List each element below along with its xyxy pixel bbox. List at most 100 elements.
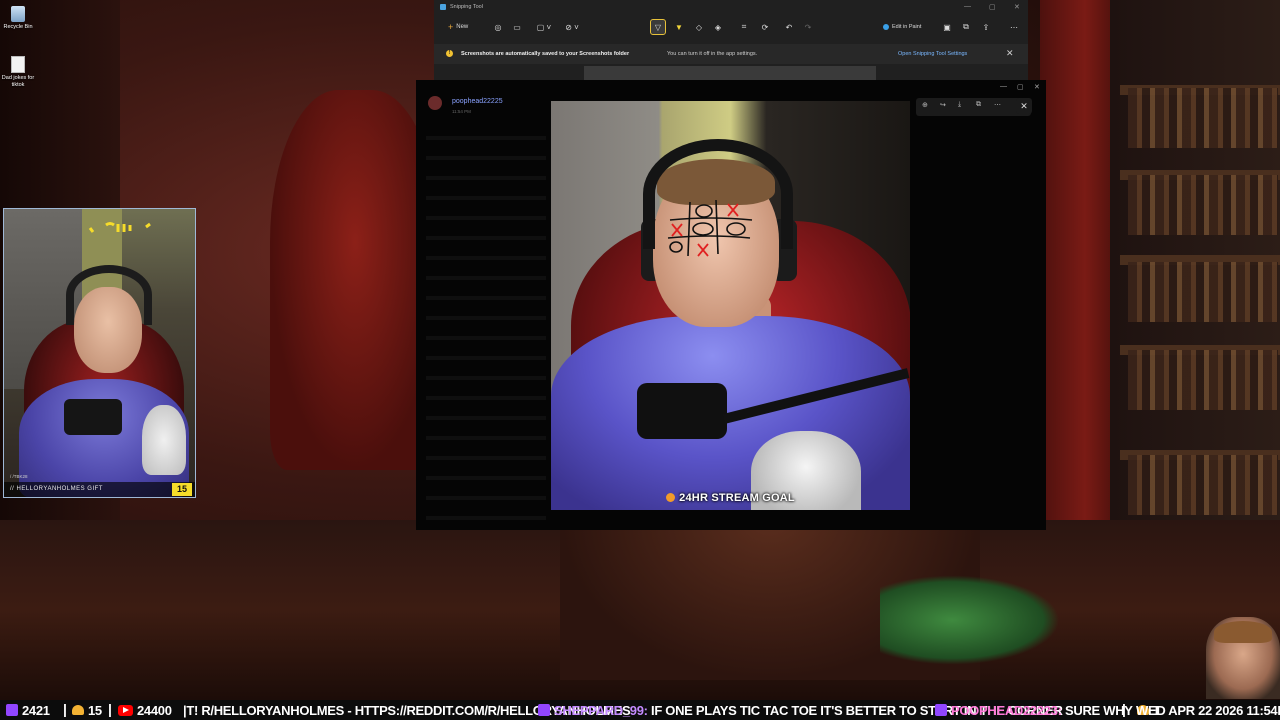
cam-sound-effect (86, 221, 156, 238)
corner-facecam (1206, 617, 1280, 699)
wallpaper-armchair (270, 90, 440, 470)
screenshot-mode-button[interactable]: ◎ (490, 19, 506, 35)
tic-tac-toe-drawing (667, 199, 753, 257)
webcam-overlay: / /TBK28 // HELLORYANHOLMES GIFT 15 (3, 208, 196, 498)
chat-username: POOPHEAD22223: (951, 702, 1062, 718)
maximize-button[interactable]: ▢ (989, 3, 996, 11)
pen-icon: ▽ (654, 22, 662, 32)
twitch-follower-count: 2421 (6, 702, 50, 718)
delay-dropdown[interactable]: ⊘ ˅ (564, 19, 580, 35)
close-viewer-button[interactable]: ✕ (1016, 98, 1032, 114)
taco-count: 15 (72, 702, 102, 718)
video-icon: ▭ (513, 22, 521, 32)
copy-button[interactable]: ⧉ (958, 19, 974, 35)
edit-in-paint-button[interactable]: Edit in Paint (879, 19, 925, 35)
share-button[interactable]: ⇪ (978, 19, 994, 35)
stream-goal-text: 24HR STREAM GOAL (679, 492, 795, 504)
sound-wave-icon (88, 222, 151, 233)
timer-icon: ⊘ ˅ (565, 22, 579, 32)
stream-goal-caption: 24HR STREAM GOAL (551, 492, 910, 510)
window-title: Snipping Tool (450, 4, 483, 10)
more-options-button[interactable]: ⋯ (1006, 19, 1022, 35)
ticker-separator: | (108, 701, 112, 717)
wallpaper-books (1128, 455, 1278, 515)
camera-icon: ◎ (494, 22, 502, 32)
wallpaper-books (1128, 262, 1278, 322)
ticker-separator: | (63, 701, 67, 717)
image-microphone (637, 383, 727, 439)
crop-tool[interactable]: ⌗ (736, 19, 752, 35)
youtube-count: 24400 (137, 702, 172, 718)
share-icon: ⇪ (982, 22, 990, 32)
taco-count-value: 15 (88, 702, 102, 718)
viewer-close-window-button[interactable]: ✕ (1034, 83, 1040, 91)
open-settings-link[interactable]: Open Snipping Tool Settings (898, 51, 967, 57)
undo-icon: ↶ (785, 22, 793, 32)
text-actions-tool[interactable]: ⟳ (757, 19, 773, 35)
attached-image[interactable]: 24HR STREAM GOAL (551, 101, 910, 510)
snipping-tool-titlebar[interactable]: Snipping Tool — ▢ ✕ (434, 0, 1028, 16)
undo-button[interactable]: ↶ (781, 19, 797, 35)
forward-icon[interactable]: ↪ (940, 101, 946, 109)
image-action-bar: ⊕ ↪ ⤓ ⧉ ⋯ (916, 98, 1031, 116)
avatar[interactable] (428, 96, 442, 110)
desktop-icon-recycle-bin[interactable]: Recycle Bin (0, 6, 38, 31)
cam-gift-badge: 15 (172, 483, 192, 496)
facecam-hair (1214, 621, 1272, 643)
date-time-text: WED APR 22 2026 11:54PM (1136, 702, 1280, 718)
cam-bunny-plush (142, 405, 186, 475)
twitch-icon (935, 704, 947, 716)
redo-icon: ↷ (804, 22, 812, 32)
eraser-tool[interactable]: ◇ (691, 19, 707, 35)
banner-subtext: You can turn it off in the app settings. (667, 51, 758, 57)
desktop-icon-label: Recycle Bin (3, 24, 33, 30)
open-in-browser-icon[interactable]: ⧉ (976, 101, 981, 109)
chat-message-2: POOPHEAD22223: SURE WHY T (935, 702, 1161, 718)
zoom-in-icon[interactable]: ⊕ (922, 101, 928, 109)
save-icon: ▣ (943, 22, 951, 32)
minimize-button[interactable]: — (964, 3, 971, 10)
close-button[interactable]: ✕ (1014, 3, 1020, 11)
edit-in-paint-label: Edit in Paint (892, 24, 922, 30)
wallpaper-books (1128, 88, 1278, 148)
chat-username: SHEPPARD_99: (554, 702, 648, 718)
twitch-icon (6, 704, 18, 716)
dismiss-banner-icon[interactable]: ✕ (1006, 48, 1014, 59)
ticker-separator: | (1122, 701, 1126, 717)
highlighter-tool[interactable]: ▼ (671, 19, 687, 35)
save-button[interactable]: ▣ (939, 19, 955, 35)
cam-streamer-name: // HELLORYANHOLMES GIFT (10, 486, 103, 492)
author-username[interactable]: poophead22225 (452, 98, 503, 105)
twitch-count: 2421 (22, 702, 50, 718)
cam-headphones (66, 265, 152, 325)
snip-shape-dropdown[interactable]: ▢ ˅ (536, 19, 552, 35)
more-icon: ⋯ (1010, 22, 1018, 32)
new-snip-button[interactable]: + New (444, 19, 472, 35)
rectangle-icon: ▢ ˅ (536, 22, 552, 32)
taco-icon (72, 705, 84, 715)
viewer-maximize-button[interactable]: ▢ (1017, 83, 1024, 91)
ballpoint-pen-tool[interactable]: ▽ (650, 19, 666, 35)
recycle-bin-icon (11, 6, 25, 22)
cam-tag: / /TBK28 (10, 474, 28, 479)
date-time: WED APR 22 2026 11:54PM (1136, 702, 1280, 718)
desktop-icon-dad-jokes[interactable]: Dad jokes for tiktok (0, 56, 38, 88)
redo-button[interactable]: ↷ (800, 19, 816, 35)
eraser-icon: ◇ (695, 22, 703, 32)
plus-icon: + (448, 22, 454, 32)
shapes-tool[interactable]: ◈ (710, 19, 726, 35)
youtube-subscriber-count: 24400 (118, 702, 172, 718)
paint-icon (883, 24, 889, 30)
shapes-icon: ◈ (714, 22, 722, 32)
autosave-banner: ! Screenshots are automatically saved to… (434, 44, 1028, 64)
faded-chat-background (426, 120, 546, 520)
goal-icon (666, 493, 676, 502)
cam-name-bar: / /TBK28 // HELLORYANHOLMES GIFT (4, 474, 195, 497)
text-file-icon (11, 56, 25, 73)
video-mode-button[interactable]: ▭ (509, 19, 525, 35)
download-icon[interactable]: ⤓ (958, 101, 961, 109)
text-actions-icon: ⟳ (761, 22, 769, 32)
viewer-minimize-button[interactable]: — (1000, 83, 1007, 90)
more-icon[interactable]: ⋯ (994, 101, 1001, 109)
highlighter-icon: ▼ (675, 22, 683, 32)
